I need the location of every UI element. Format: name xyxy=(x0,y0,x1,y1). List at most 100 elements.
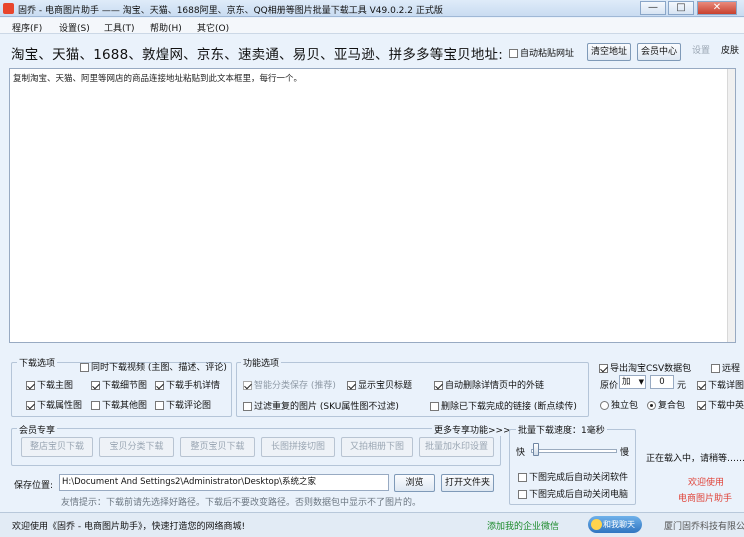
checkbox-box[interactable] xyxy=(347,381,356,390)
remote-label: 远程 xyxy=(722,364,741,374)
menu-help[interactable]: 帮助(H) xyxy=(150,21,182,34)
save-path-input[interactable]: H:\Document And Settings2\Administrator\… xyxy=(59,474,389,491)
download-attribute-image-checkbox[interactable]: 下载属性图 xyxy=(26,398,82,411)
page-download-button[interactable]: 整页宝贝下载 xyxy=(180,437,255,457)
watermark-settings-button[interactable]: 批量加水印设置 xyxy=(419,437,494,457)
checkbox-box[interactable] xyxy=(91,401,100,410)
download-cn-label: 下载中英日 xyxy=(708,401,744,411)
status-bar: 欢迎使用《固乔 - 电商图片助手》，快速打造您的网络商城! 添加我的企业微信 和… xyxy=(0,512,744,537)
minimize-button[interactable]: — xyxy=(640,1,666,15)
download-review-image-checkbox[interactable]: 下载评论图 xyxy=(155,398,211,411)
composite-label: 复合包 xyxy=(658,401,686,411)
checkbox-box[interactable] xyxy=(155,401,164,410)
speed-slow-label: 慢 xyxy=(620,448,630,458)
download-detail-checkbox[interactable]: 下载详图 xyxy=(697,378,744,391)
price-value-input[interactable]: 0 xyxy=(650,375,674,389)
app-logo-icon xyxy=(3,3,14,14)
settings-button[interactable]: 设置 xyxy=(688,43,714,61)
browse-button[interactable]: 浏览 xyxy=(394,474,435,492)
download-options-title: 下载选项 xyxy=(17,356,58,369)
radio-circle[interactable] xyxy=(600,401,609,410)
independent-label: 独立包 xyxy=(611,401,639,411)
checkbox-box[interactable] xyxy=(509,49,518,58)
download-other-image-checkbox[interactable]: 下载其他图 xyxy=(91,398,147,411)
smart-category-label: 智能分类保存 (推荐) xyxy=(254,381,336,391)
option-label: 下载评论图 xyxy=(166,401,212,411)
whole-shop-download-button[interactable]: 整店宝贝下载 xyxy=(21,437,93,457)
auto-close-label: 下图完成后自动关闭软件 xyxy=(529,473,629,483)
download-mobile-detail-checkbox[interactable]: 下载手机详情 xyxy=(155,378,220,391)
composite-package-radio[interactable]: 复合包 xyxy=(647,398,685,411)
menu-settings[interactable]: 设置(S) xyxy=(59,21,90,34)
checkbox-box[interactable] xyxy=(155,381,164,390)
show-title-checkbox[interactable]: 显示宝贝标题 xyxy=(347,378,412,391)
independent-package-radio[interactable]: 独立包 xyxy=(600,398,638,411)
wechat-link[interactable]: 添加我的企业微信 xyxy=(487,519,559,532)
delete-completed-checkbox[interactable]: 删除已下载完成的链接 (断点续传) xyxy=(430,399,577,412)
category-download-button[interactable]: 宝贝分类下载 xyxy=(99,437,174,457)
checkbox-box[interactable] xyxy=(599,364,608,373)
checkbox-box[interactable] xyxy=(243,402,252,411)
clear-address-button[interactable]: 清空地址 xyxy=(587,43,631,61)
maximize-button[interactable]: □ xyxy=(668,1,694,15)
save-location-label: 保存位置: xyxy=(14,481,54,491)
menu-program[interactable]: 程序(F) xyxy=(12,21,42,34)
url-textarea[interactable]: 复制淘宝、天猫、阿里等网店的商品连接地址粘贴到此文本框里，每行一个。 xyxy=(9,68,736,343)
window-title: 固乔 - 电商图片助手 —— 淘宝、天猫、1688阿里、京东、QQ相册等图片批量… xyxy=(18,6,443,16)
price-label: 原价 xyxy=(600,381,619,391)
textarea-scrollbar[interactable] xyxy=(727,69,735,342)
auto-delete-links-checkbox[interactable]: 自动删除详情页中的外链 xyxy=(434,378,544,391)
export-csv-checkbox[interactable]: 导出淘宝CSV数据包 xyxy=(599,361,691,374)
skin-button[interactable]: 皮肤 xyxy=(717,43,743,61)
checkbox-box[interactable] xyxy=(434,381,443,390)
open-folder-button[interactable]: 打开文件夹 xyxy=(441,474,494,492)
close-button[interactable]: ✕ xyxy=(697,1,737,15)
member-center-button[interactable]: 会员中心 xyxy=(637,43,681,61)
upai-album-button[interactable]: 又拍相册下图 xyxy=(341,437,413,457)
long-image-splice-button[interactable]: 长图拼接切图 xyxy=(261,437,335,457)
chat-badge-button[interactable]: 和我聊天 xyxy=(588,516,642,533)
checkbox-box[interactable] xyxy=(91,381,100,390)
download-cn-checkbox[interactable]: 下载中英日 xyxy=(697,398,744,411)
checkbox-box[interactable] xyxy=(697,401,706,410)
download-main-image-checkbox[interactable]: 下载主图 xyxy=(26,378,73,391)
checkbox-box[interactable] xyxy=(518,490,527,499)
smart-category-checkbox[interactable]: 智能分类保存 (推荐) xyxy=(243,378,336,391)
price-operator-select[interactable]: 加 ▼ xyxy=(619,375,646,389)
welcome-line2: 电商图片助手 xyxy=(678,494,733,504)
url-label: 淘宝、天猫、1688、敦煌网、京东、速卖通、易贝、亚马逊、拼多多等宝贝地址: xyxy=(11,47,504,63)
speed-fast-label: 快 xyxy=(516,448,526,458)
download-video-checkbox[interactable]: 同时下载视频 (主图、描述、评论) xyxy=(80,360,227,373)
more-functions-link[interactable]: 更多专享功能>>> xyxy=(432,423,513,436)
show-title-label: 显示宝贝标题 xyxy=(358,381,413,391)
batch-speed-title: 批量下载速度：1毫秒 xyxy=(516,423,607,436)
download-detail-image-checkbox[interactable]: 下载细节图 xyxy=(91,378,147,391)
auto-paste-checkbox[interactable]: 自动粘贴网址 xyxy=(509,46,574,59)
checkbox-box[interactable] xyxy=(430,402,439,411)
checkbox-box[interactable] xyxy=(518,473,527,482)
auto-close-software-checkbox[interactable]: 下图完成后自动关闭软件 xyxy=(518,470,628,483)
save-tip-text: 友情提示：下载前请先选择好路径。下载后不要改变路径。否则数据包中显示不了图片的。 xyxy=(61,498,422,508)
filter-duplicate-checkbox[interactable]: 过滤重复的图片 (SKU属性图不过滤) xyxy=(243,399,399,412)
title-bar: 固乔 - 电商图片助手 —— 淘宝、天猫、1688阿里、京东、QQ相册等图片批量… xyxy=(0,0,744,17)
auto-shutdown-checkbox[interactable]: 下图完成后自动关闭电脑 xyxy=(518,487,628,500)
speed-slider[interactable] xyxy=(531,449,617,453)
checkbox-box[interactable] xyxy=(711,364,720,373)
url-toolbar: 淘宝、天猫、1688、敦煌网、京东、速卖通、易贝、亚马逊、拼多多等宝贝地址: 自… xyxy=(0,35,744,69)
menu-other[interactable]: 其它(O) xyxy=(197,21,229,34)
remote-checkbox[interactable]: 远程 xyxy=(711,361,740,374)
checkbox-box[interactable] xyxy=(26,401,35,410)
menu-tools[interactable]: 工具(T) xyxy=(104,21,135,34)
radio-circle[interactable] xyxy=(647,401,656,410)
checkbox-box[interactable] xyxy=(80,363,89,372)
status-welcome-text: 欢迎使用《固乔 - 电商图片助手》，快速打造您的网络商城! xyxy=(12,522,246,532)
checkbox-box[interactable] xyxy=(697,381,706,390)
welcome-line1: 欢迎使用 xyxy=(688,478,725,488)
checkbox-box[interactable] xyxy=(26,381,35,390)
checkbox-box[interactable] xyxy=(243,381,252,390)
speed-slider-thumb[interactable] xyxy=(533,443,539,456)
chat-badge-label: 和我聊天 xyxy=(603,520,635,529)
chevron-down-icon: ▼ xyxy=(638,378,644,386)
function-options-title: 功能选项 xyxy=(241,356,282,369)
auto-shutdown-label: 下图完成后自动关闭电脑 xyxy=(529,490,629,500)
